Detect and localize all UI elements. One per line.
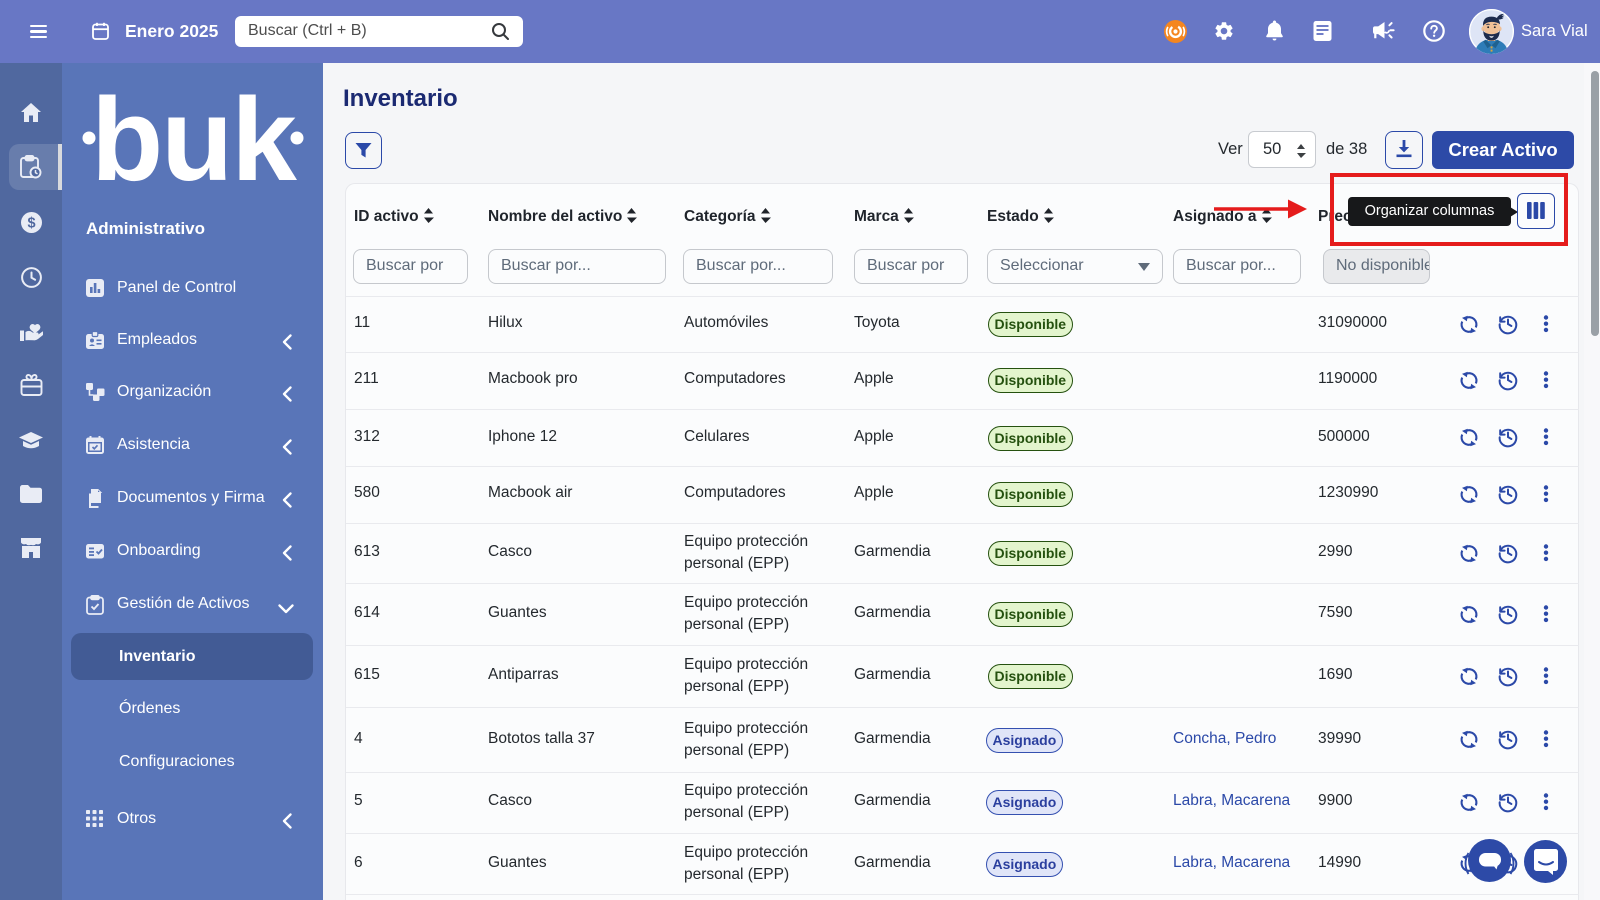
svg-text:$: $ [27, 216, 35, 232]
svg-text:buk: buk [91, 85, 297, 195]
